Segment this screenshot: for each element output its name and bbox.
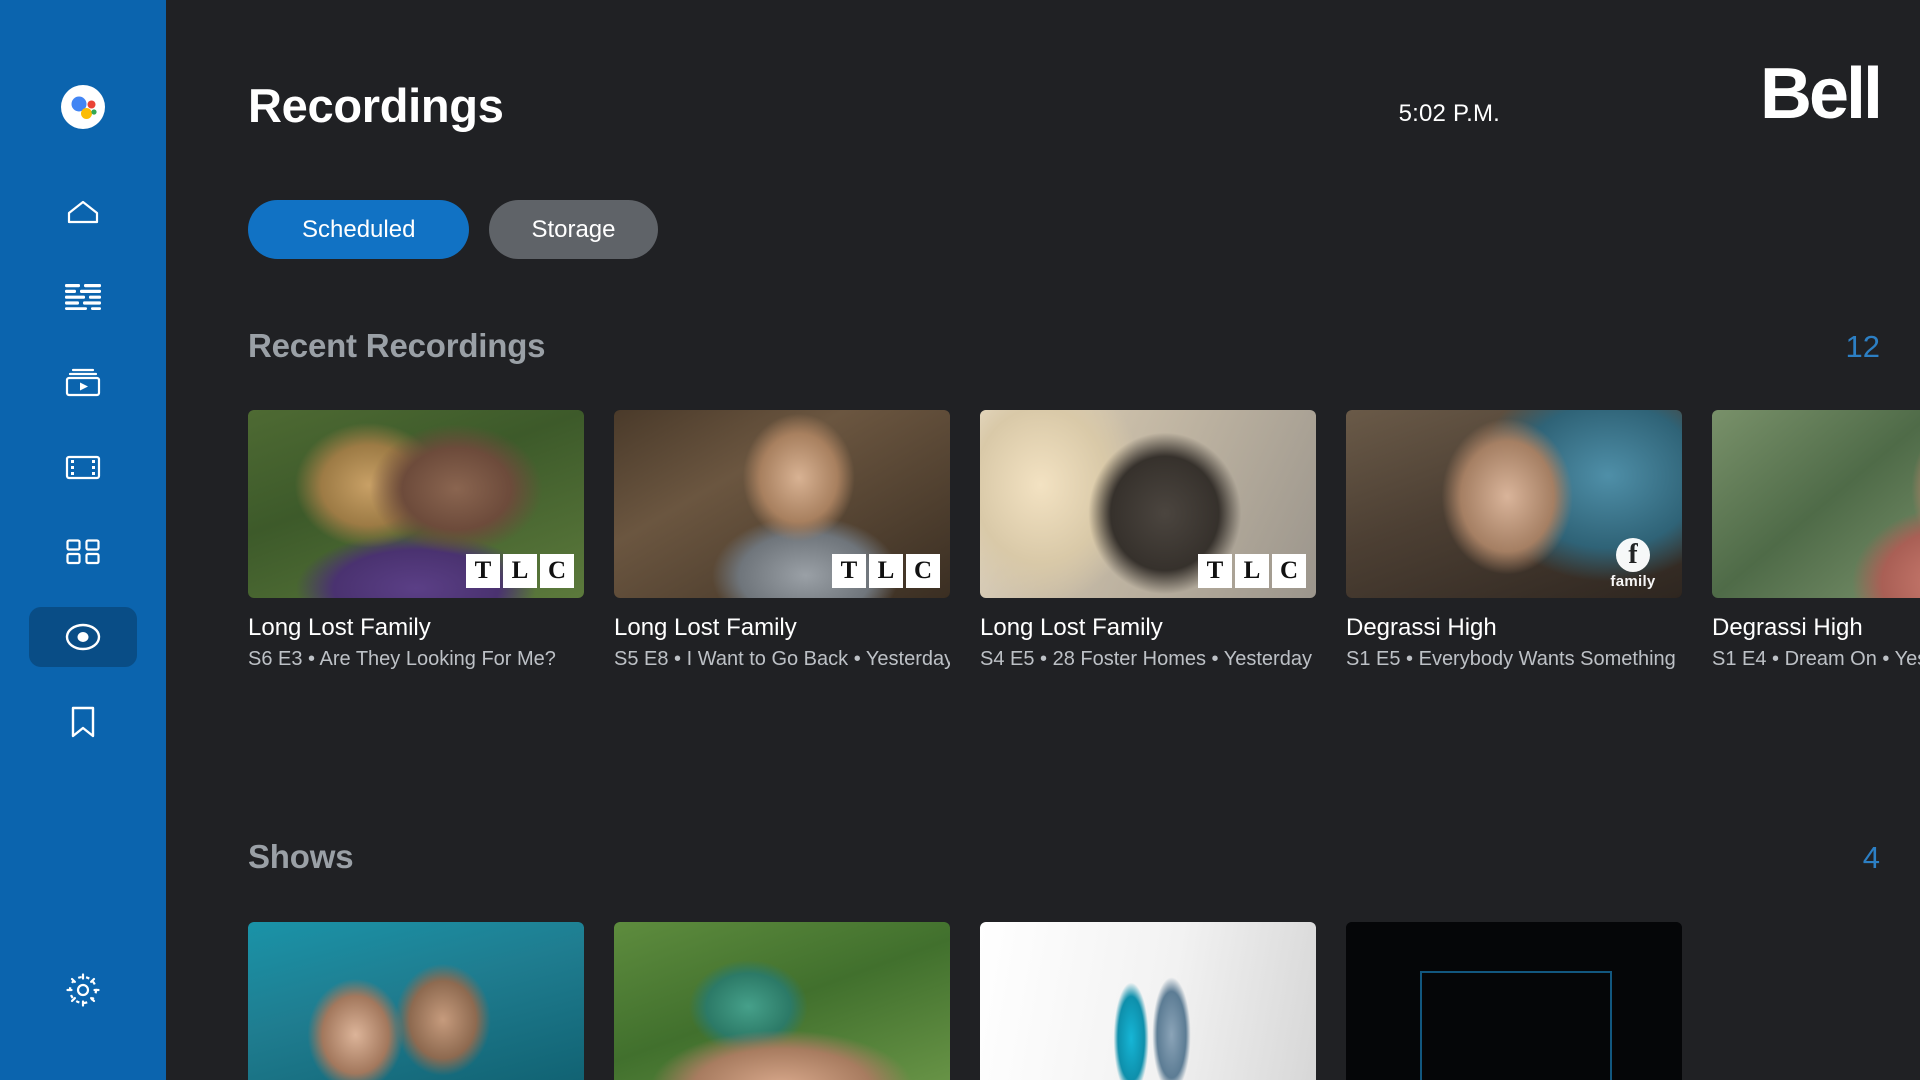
card-thumbnail[interactable] (248, 922, 584, 1080)
home-icon (66, 197, 100, 227)
recording-card[interactable]: T L C Long Lost Family S5 E8 • I Want to… (614, 410, 950, 671)
page-header: Recordings 5:02 P.M. Bell (166, 0, 1920, 180)
tlc-letter-l: L (1235, 554, 1269, 588)
show-card[interactable] (980, 922, 1316, 1080)
family-f-mark: f (1616, 538, 1650, 572)
gear-icon (65, 972, 101, 1008)
tab-storage[interactable]: Storage (489, 200, 658, 259)
tlc-letter-c: C (1272, 554, 1306, 588)
recording-card[interactable]: T L C Long Lost Family S4 E5 • 28 Foster… (980, 410, 1316, 671)
guide-icon (65, 284, 101, 310)
thumbnail-artwork (614, 922, 950, 1080)
tlc-letter-c: C (906, 554, 940, 588)
bell-brand-logo: Bell (1759, 54, 1883, 134)
bookmark-icon (69, 706, 97, 738)
card-thumbnail[interactable]: T L C (614, 410, 950, 598)
card-subtitle: S1 E4 • Dream On • Yesterday (1712, 648, 1920, 670)
section-count[interactable]: 12 (1846, 329, 1880, 365)
channel-logo-tlc: T L C (832, 554, 940, 588)
card-thumbnail[interactable]: T L C (248, 410, 584, 598)
sidebar-item-home[interactable] (29, 182, 137, 242)
page-title: Recordings (248, 79, 504, 132)
tlc-letter-c: C (540, 554, 574, 588)
section-count[interactable]: 4 (1863, 840, 1880, 876)
thumbnail-artwork (1346, 922, 1682, 1080)
section-title: Shows (248, 838, 354, 875)
card-subtitle: S5 E8 • I Want to Go Back • Yesterday (614, 648, 950, 670)
apps-grid-icon (66, 539, 100, 565)
sidebar-item-apps[interactable] (29, 522, 137, 582)
card-title: Long Lost Family (980, 614, 1163, 641)
thumbnail-artwork (980, 922, 1316, 1080)
recording-card[interactable]: T L C Long Lost Family S6 E3 • Are They … (248, 410, 584, 671)
sidebar-item-recordings[interactable] (29, 607, 137, 667)
card-subtitle: S4 E5 • 28 Foster Homes • Yesterday (980, 648, 1312, 670)
google-assistant-icon (60, 84, 106, 135)
recordings-screen: Recordings 5:02 P.M. Bell Scheduled Stor… (0, 0, 1920, 1080)
thumbnail-artwork (1712, 410, 1920, 598)
recording-card[interactable]: Degrassi High S1 E4 • Dream On • Yesterd… (1712, 410, 1920, 671)
card-title: Degrassi High (1346, 614, 1497, 641)
sidebar-item-saved[interactable] (29, 692, 137, 752)
show-card[interactable] (1346, 922, 1682, 1080)
tlc-letter-t: T (832, 554, 866, 588)
sidebar-item-on-demand[interactable] (29, 352, 137, 412)
family-wordmark: family (1610, 573, 1656, 590)
thumbnail-artwork (248, 922, 584, 1080)
show-card[interactable] (248, 922, 584, 1080)
left-nav-sidebar (0, 0, 166, 1080)
recording-card[interactable]: f family Degrassi High S1 E5 • Everybody… (1346, 410, 1682, 671)
sidebar-item-guide[interactable] (29, 267, 137, 327)
card-title: Long Lost Family (614, 614, 797, 641)
tlc-letter-t: T (466, 554, 500, 588)
on-demand-icon (65, 367, 101, 397)
card-thumbnail[interactable] (1712, 410, 1920, 598)
sidebar-item-settings[interactable] (53, 960, 113, 1020)
film-strip-icon (65, 454, 101, 481)
main-content: Recordings 5:02 P.M. Bell Scheduled Stor… (166, 0, 1920, 1080)
section-header-recent-recordings: Recent Recordings 12 (248, 327, 1880, 365)
tlc-letter-t: T (1198, 554, 1232, 588)
channel-logo-tlc: T L C (1198, 554, 1306, 588)
tab-bar: Scheduled Storage (248, 200, 658, 259)
card-thumbnail[interactable] (980, 922, 1316, 1080)
card-thumbnail[interactable]: f family (1346, 410, 1682, 598)
tlc-letter-l: L (503, 554, 537, 588)
recent-recordings-row[interactable]: T L C Long Lost Family S6 E3 • Are They … (248, 410, 1920, 671)
tlc-letter-l: L (869, 554, 903, 588)
tab-scheduled[interactable]: Scheduled (248, 200, 470, 259)
clock-time: 5:02 P.M. (1398, 100, 1500, 127)
section-title: Recent Recordings (248, 327, 546, 364)
card-thumbnail[interactable]: T L C (980, 410, 1316, 598)
channel-logo-tlc: T L C (466, 554, 574, 588)
section-header-shows: Shows 4 (248, 838, 1880, 876)
channel-logo-family: f family (1596, 538, 1670, 590)
sidebar-item-assistant[interactable] (60, 84, 106, 135)
card-subtitle: S6 E3 • Are They Looking For Me? (248, 648, 556, 670)
card-thumbnail[interactable] (1346, 922, 1682, 1080)
card-title: Degrassi High (1712, 614, 1863, 641)
show-card[interactable] (614, 922, 950, 1080)
card-subtitle: S1 E5 • Everybody Wants Something (1346, 648, 1676, 670)
card-title: Long Lost Family (248, 614, 431, 641)
sidebar-item-movies[interactable] (29, 437, 137, 497)
shows-row[interactable] (248, 922, 1682, 1080)
record-dot-icon (63, 621, 103, 653)
card-thumbnail[interactable] (614, 922, 950, 1080)
